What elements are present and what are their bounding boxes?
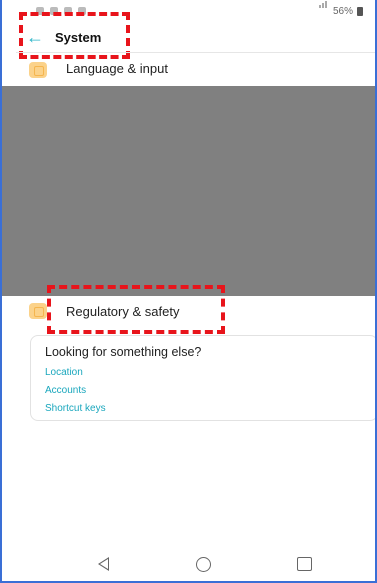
link-location[interactable]: Location (45, 367, 83, 378)
status-right: 56% (318, 0, 363, 17)
highlight-box-regulatory (47, 285, 225, 334)
regulatory-icon (29, 303, 47, 319)
battery-percent: 56% (332, 6, 353, 17)
battery-icon (357, 7, 363, 16)
suggestion-card: Looking for something else? Location Acc… (30, 335, 375, 421)
back-triangle-icon[interactable] (98, 557, 109, 571)
language-icon (29, 62, 47, 78)
card-title: Looking for something else? (45, 345, 202, 359)
signal-icon (318, 0, 329, 16)
recents-square-icon[interactable] (297, 557, 312, 571)
home-circle-icon[interactable] (196, 557, 211, 572)
gray-overlay (2, 86, 375, 296)
screen-frame: 56% ← System Language & input Regulatory… (0, 0, 377, 583)
link-shortcut-keys[interactable]: Shortcut keys (45, 403, 106, 414)
navigation-bar (2, 551, 375, 581)
divider (16, 52, 375, 53)
link-accounts[interactable]: Accounts (45, 385, 86, 396)
list-item-label: Language & input (66, 61, 168, 76)
list-item-language-input[interactable]: Language & input (2, 60, 375, 80)
